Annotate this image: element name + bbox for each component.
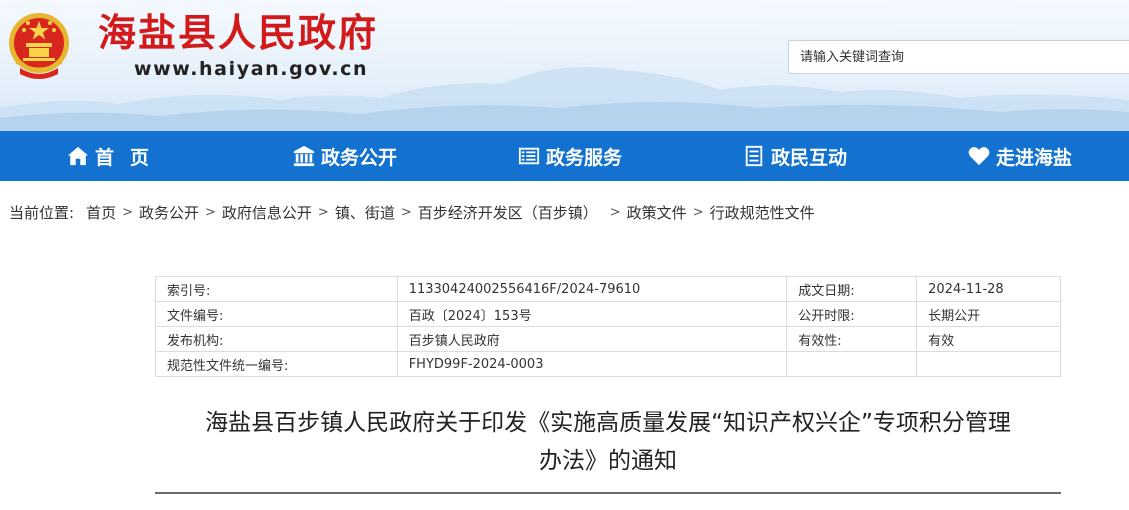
info-value: 11330424002556416F/2024-79610 bbox=[396, 276, 788, 302]
info-value: FHYD99F-2024-0003 bbox=[396, 351, 788, 377]
breadcrumb-link-home[interactable]: 首页 bbox=[86, 202, 116, 223]
document-title: 海盐县百步镇人民政府关于印发《实施高质量发展“知识产权兴企”专项积分管理 办法》… bbox=[155, 404, 1061, 480]
info-key: 文件编号: bbox=[155, 301, 398, 327]
document-title-line: 办法》的通知 bbox=[539, 448, 677, 474]
breadcrumb-separator-icon: > bbox=[609, 205, 621, 220]
info-value: 有效 bbox=[916, 326, 1061, 352]
main-nav: 首页 政务公开 政务服务 政民互动 走进海盐 bbox=[0, 131, 1129, 181]
list-icon bbox=[518, 147, 540, 165]
table-row: 文件编号: 百政〔2024〕153号 公开时限: 长期公开 bbox=[155, 301, 1061, 327]
info-key bbox=[786, 351, 918, 377]
building-icon bbox=[293, 145, 315, 167]
breadcrumb-link-towns[interactable]: 镇、街道 bbox=[335, 202, 395, 223]
table-row: 规范性文件统一编号: FHYD99F-2024-0003 bbox=[155, 351, 1061, 377]
breadcrumb-separator-icon: > bbox=[317, 205, 329, 220]
nav-item-public-interaction[interactable]: 政民互动 bbox=[743, 131, 847, 181]
info-value: 百步镇人民政府 bbox=[396, 326, 788, 352]
breadcrumb-link-baibu[interactable]: 百步经济开发区（百步镇） bbox=[418, 202, 598, 223]
breadcrumb-link-policy-files[interactable]: 政策文件 bbox=[627, 202, 687, 223]
info-key: 发布机构: bbox=[155, 326, 398, 352]
nav-item-label: 政务公开 bbox=[321, 146, 398, 169]
nav-item-label: 首页 bbox=[95, 146, 166, 169]
breadcrumb-separator-icon: > bbox=[205, 205, 216, 220]
nav-item-label: 政民互动 bbox=[771, 146, 848, 169]
document-info-table: 索引号: 11330424002556416F/2024-79610 成文日期:… bbox=[155, 276, 1061, 377]
site-title: 海盐县人民政府 bbox=[98, 11, 379, 55]
nav-item-label: 政务服务 bbox=[546, 146, 623, 169]
info-key: 有效性: bbox=[786, 326, 918, 352]
info-key: 公开时限: bbox=[786, 301, 918, 327]
title-divider bbox=[155, 492, 1061, 494]
site-header: 海盐县人民政府 www.haiyan.gov.cn bbox=[0, 0, 1129, 131]
breadcrumb-separator-icon: > bbox=[122, 205, 133, 220]
table-row: 索引号: 11330424002556416F/2024-79610 成文日期:… bbox=[155, 276, 1061, 302]
info-key: 成文日期: bbox=[786, 276, 918, 302]
info-value bbox=[916, 351, 1061, 377]
breadcrumb-link-government-affairs[interactable]: 政务公开 bbox=[139, 202, 199, 223]
breadcrumb: 当前位置: 首页 > 政务公开 > 政府信息公开 > 镇、街道 > 百步经济开发… bbox=[9, 202, 815, 223]
info-value: 百政〔2024〕153号 bbox=[396, 301, 788, 327]
nav-item-home[interactable]: 首页 bbox=[67, 131, 165, 181]
nav-item-government-affairs[interactable]: 政务公开 bbox=[293, 131, 397, 181]
info-value: 2024-11-28 bbox=[916, 276, 1061, 302]
info-key: 规范性文件统一编号: bbox=[155, 351, 398, 377]
info-key: 索引号: bbox=[155, 276, 398, 302]
info-value: 长期公开 bbox=[916, 301, 1061, 327]
breadcrumb-link-info-disclosure[interactable]: 政府信息公开 bbox=[222, 202, 312, 223]
breadcrumb-link-normative-files[interactable]: 行政规范性文件 bbox=[710, 202, 815, 223]
heart-icon bbox=[968, 147, 990, 166]
national-emblem-icon bbox=[9, 13, 69, 79]
nav-item-government-services[interactable]: 政务服务 bbox=[518, 131, 622, 181]
home-icon bbox=[67, 146, 89, 166]
breadcrumb-prefix: 当前位置: bbox=[9, 204, 75, 222]
table-row: 发布机构: 百步镇人民政府 有效性: 有效 bbox=[155, 326, 1061, 352]
breadcrumb-separator-icon: > bbox=[692, 205, 704, 220]
search-input[interactable] bbox=[788, 40, 1129, 74]
site-url: www.haiyan.gov.cn bbox=[134, 58, 369, 80]
breadcrumb-separator-icon: > bbox=[400, 205, 412, 220]
document-title-line: 海盐县百步镇人民政府关于印发《实施高质量发展“知识产权兴企”专项积分管理 bbox=[205, 410, 1011, 436]
nav-item-label: 走进海盐 bbox=[996, 146, 1073, 169]
document-icon bbox=[745, 145, 763, 167]
nav-item-discover-haiyan[interactable]: 走进海盐 bbox=[968, 131, 1072, 181]
